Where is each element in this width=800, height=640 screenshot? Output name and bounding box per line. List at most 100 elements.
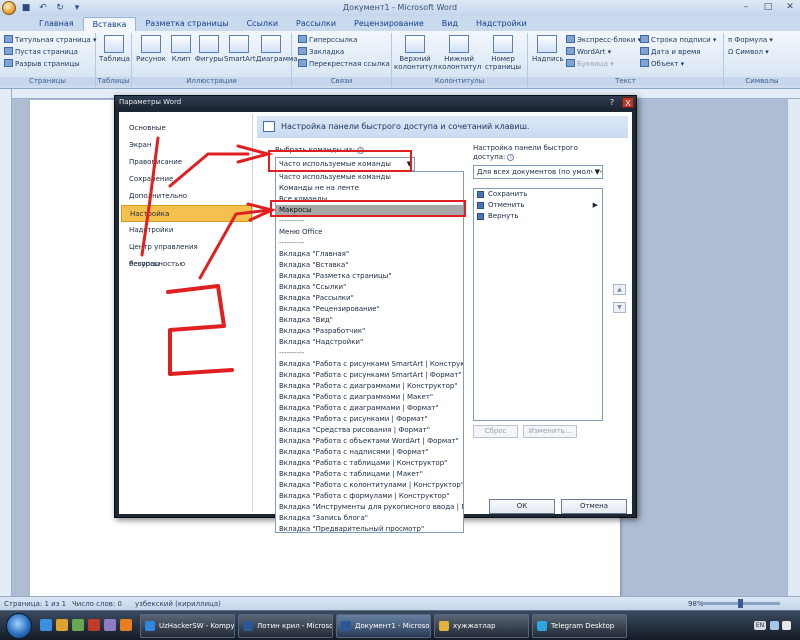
bookmark-button[interactable]: Закладка (298, 47, 344, 58)
vertical-scrollbar[interactable] (787, 99, 800, 596)
cancel-button[interactable]: Отмена (561, 499, 627, 514)
tab-addins[interactable]: Надстройки (467, 17, 536, 31)
quick-launch-icon[interactable] (120, 619, 132, 631)
dropdown-option[interactable]: ---------- (276, 238, 463, 249)
wordart-button[interactable]: WordArt ▾ (566, 47, 611, 58)
shapes-button[interactable]: Фигуры (194, 35, 224, 63)
header-button[interactable]: Верхний колонтитул (394, 35, 437, 71)
start-button[interactable] (6, 613, 32, 639)
close-icon[interactable]: X (622, 97, 634, 108)
taskbar-item[interactable]: хужжатлар (434, 614, 529, 638)
dropdown-option[interactable]: Вкладка "Работа с диаграммами | Конструк… (276, 381, 463, 392)
dropdown-option[interactable]: Вкладка "Главная" (276, 249, 463, 260)
quick-launch-icon[interactable] (104, 619, 116, 631)
clipart-button[interactable]: Клип (166, 35, 196, 63)
list-item[interactable]: Вернуть (474, 211, 602, 222)
move-up-button[interactable]: ▲ (613, 284, 626, 295)
tab-references[interactable]: Ссылки (238, 17, 287, 31)
volume-icon[interactable] (782, 621, 791, 630)
tab-page-layout[interactable]: Разметка страницы (136, 17, 237, 31)
nav-item-proofing[interactable]: Правописание (121, 154, 252, 171)
language-tray[interactable]: EN (754, 621, 766, 630)
object-button[interactable]: Объект ▾ (640, 59, 684, 70)
list-item[interactable]: Сохранить (474, 189, 602, 200)
taskbar-item[interactable]: UzHackerSW - Kompy... (140, 614, 235, 638)
dropdown-option[interactable]: Команды не на ленте (276, 183, 463, 194)
dropdown-option[interactable]: Вкладка "Запись блога" (276, 513, 463, 524)
dropdown-option[interactable]: Вкладка "Работа с рисунками SmartArt | Ф… (276, 370, 463, 381)
qat-commands-list[interactable]: Сохранить Отменить ▶ Вернуть (473, 188, 603, 421)
word-count[interactable]: Число слов: 0 (72, 600, 122, 608)
nav-item-popular[interactable]: Основные (121, 120, 252, 137)
dropdown-option[interactable]: Вкладка "Работа с таблицами | Конструкто… (276, 458, 463, 469)
dropdown-option[interactable]: Вкладка "Работа с формулами | Конструкто… (276, 491, 463, 502)
taskbar-item[interactable]: Документ1 - Microso... (336, 614, 431, 638)
tab-insert[interactable]: Вставка (82, 17, 137, 31)
dropdown-option[interactable]: Вкладка "Рецензирование" (276, 304, 463, 315)
close-window-icon[interactable]: ✕ (779, 1, 800, 14)
dropdown-option[interactable]: Вкладка "Разметка страницы" (276, 271, 463, 282)
tab-review[interactable]: Рецензирование (345, 17, 433, 31)
quick-launch-icon[interactable] (56, 619, 68, 631)
dropdown-option[interactable]: Вкладка "Работа с объектами WordArt | Фо… (276, 436, 463, 447)
nav-item-display[interactable]: Экран (121, 137, 252, 154)
modify-button[interactable]: Изменить... (523, 425, 577, 438)
dropdown-option[interactable]: Вкладка "Ссылки" (276, 282, 463, 293)
table-button[interactable]: Таблица (99, 35, 130, 63)
network-icon[interactable] (770, 621, 779, 630)
help-icon[interactable]: ? (606, 97, 618, 108)
dropdown-option[interactable]: Вкладка "Инструменты для рукописного вво… (276, 502, 463, 513)
reset-button[interactable]: Сброс (473, 425, 518, 438)
dropdown-option[interactable]: Вкладка "Надстройки" (276, 337, 463, 348)
dropdown-option[interactable]: ---------- (276, 348, 463, 359)
dropdown-option[interactable]: Вкладка "Работа с колонтитулами | Констр… (276, 480, 463, 491)
dropdown-option[interactable]: Вкладка "Работа с рисунками | Формат" (276, 414, 463, 425)
dropdown-option[interactable]: ---------- (276, 216, 463, 227)
tab-view[interactable]: Вид (433, 17, 467, 31)
dropdown-option[interactable]: Вкладка "Работа с диаграммами | Макет" (276, 392, 463, 403)
dropdown-option[interactable]: Вкладка "Средства рисования | Формат" (276, 425, 463, 436)
cover-page-button[interactable]: Титульная страница ▾ (4, 35, 97, 46)
page-number-button[interactable]: Номер страницы (482, 35, 524, 71)
nav-item-trust-center[interactable]: Центр управления безопасностью (121, 239, 252, 268)
language-indicator[interactable]: узбекский (кириллица) (135, 600, 221, 608)
dropdown-option[interactable]: Вкладка "Работа с надписями | Формат" (276, 447, 463, 458)
date-time-button[interactable]: Дата и время (640, 47, 701, 58)
dropdown-option[interactable]: Вкладка "Предварительный просмотр" (276, 524, 463, 532)
chart-button[interactable]: Диаграмма (256, 35, 298, 63)
footer-button[interactable]: Нижний колонтитул (438, 35, 481, 71)
taskbar-item[interactable]: Лотин крил - Microso... (238, 614, 333, 638)
choose-commands-list[interactable]: Часто используемые команды Команды не на … (275, 171, 464, 533)
quick-launch-icon[interactable] (88, 619, 100, 631)
documents-dropdown[interactable]: Для всех документов (по умолчанию) ▼ (473, 165, 603, 179)
dropdown-option[interactable]: Вкладка "Рассылки" (276, 293, 463, 304)
picture-button[interactable]: Рисунок (136, 35, 166, 63)
equation-button[interactable]: π Формула ▾ (728, 35, 773, 46)
dropdown-option[interactable]: Часто используемые команды (276, 172, 463, 183)
move-down-button[interactable]: ▼ (613, 302, 626, 313)
ok-button[interactable]: ОК (489, 499, 555, 514)
dropdown-option[interactable]: Меню Office (276, 227, 463, 238)
dropdown-option[interactable]: Вкладка "Разработчик" (276, 326, 463, 337)
page-count[interactable]: Страница: 1 из 1 (4, 600, 66, 608)
signature-line-button[interactable]: Строка подписи ▾ (640, 35, 716, 46)
list-item[interactable]: Отменить ▶ (474, 200, 602, 211)
tab-home[interactable]: Главная (30, 17, 83, 31)
quick-launch-icon[interactable] (72, 619, 84, 631)
dropdown-option[interactable]: Вкладка "Вид" (276, 315, 463, 326)
nav-item-customize[interactable]: Настройка (121, 205, 252, 222)
taskbar-item[interactable]: Telegram Desktop (532, 614, 627, 638)
cross-reference-button[interactable]: Перекрестная ссылка (298, 59, 390, 70)
blank-page-button[interactable]: Пустая страница (4, 47, 78, 58)
tab-mailings[interactable]: Рассылки (287, 17, 345, 31)
minimize-icon[interactable]: – (735, 1, 757, 14)
dropdown-option[interactable]: Вкладка "Работа с рисунками SmartArt | К… (276, 359, 463, 370)
dropdown-option[interactable]: Вкладка "Работа с диаграммами | Формат" (276, 403, 463, 414)
restore-icon[interactable]: □ (757, 1, 779, 14)
zoom-slider-thumb[interactable] (738, 599, 743, 608)
page-break-button[interactable]: Разрыв страницы (4, 59, 80, 70)
dropcap-button[interactable]: Буквица ▾ (566, 59, 614, 70)
textbox-button[interactable]: Надпись (532, 35, 564, 63)
nav-item-save[interactable]: Сохранение (121, 171, 252, 188)
quick-parts-button[interactable]: Экспресс-блоки ▾ (566, 35, 641, 46)
